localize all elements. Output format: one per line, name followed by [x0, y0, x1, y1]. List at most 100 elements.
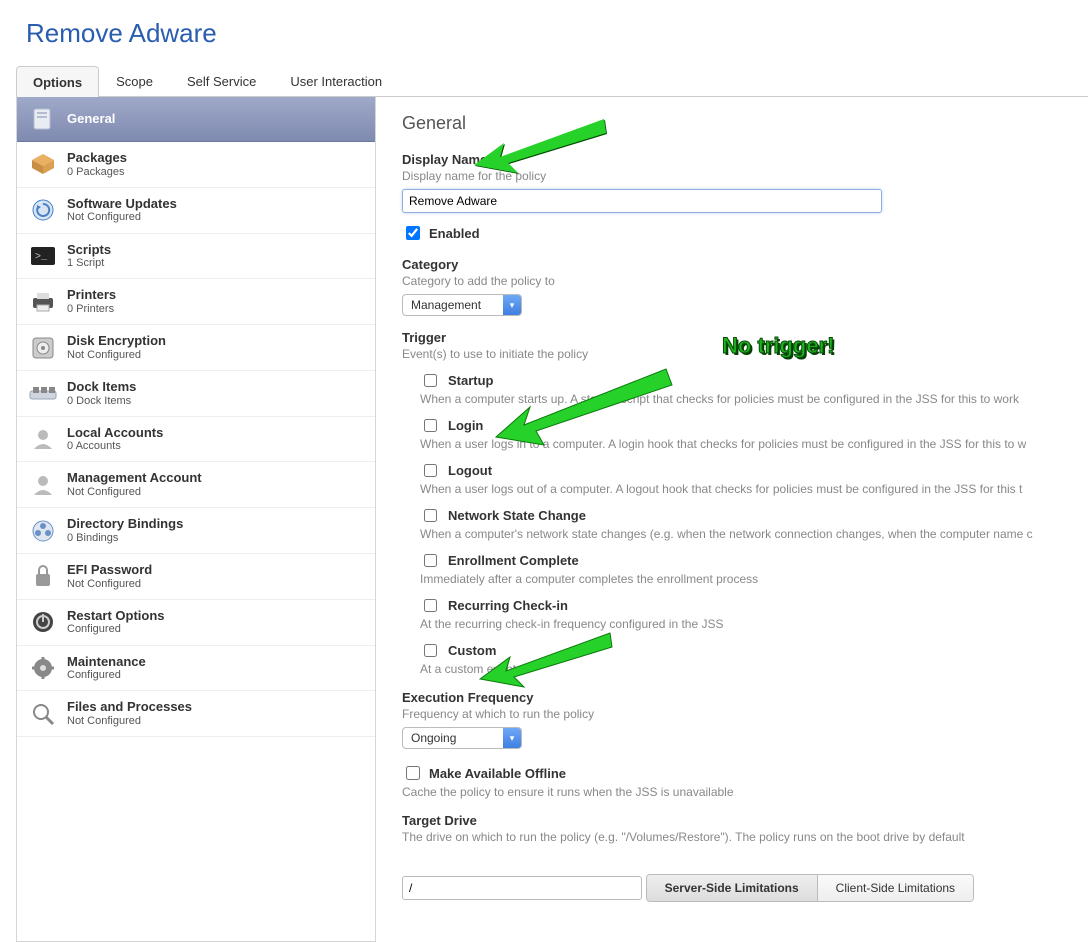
sidebar-item-label: Software Updates	[67, 196, 177, 212]
chevron-down-icon: ▾	[503, 295, 521, 315]
sidebar-item-disk-encryption[interactable]: Disk EncryptionNot Configured	[17, 325, 375, 371]
general-panel: General Display Name Display name for th…	[376, 97, 1088, 942]
sidebar-item-efi-password[interactable]: EFI PasswordNot Configured	[17, 554, 375, 600]
sidebar-item-label: Printers	[67, 287, 116, 303]
offline-label: Make Available Offline	[429, 766, 566, 781]
trigger-block: Startup When a computer starts up. A sta…	[420, 371, 1088, 676]
trigger-item-label: Startup	[448, 373, 494, 388]
sidebar-item-sub: 0 Bindings	[67, 532, 183, 545]
chevron-down-icon: ▾	[503, 728, 521, 748]
user-icon	[29, 425, 57, 453]
target-drive-input[interactable]	[402, 876, 642, 900]
tab-options[interactable]: Options	[16, 66, 99, 97]
sidebar-item-sub: 0 Accounts	[67, 440, 163, 453]
terminal-icon: >_	[29, 242, 57, 270]
sidebar-item-general[interactable]: General	[17, 97, 375, 142]
enabled-checkbox[interactable]	[406, 226, 420, 240]
sidebar-item-sub: 1 Script	[67, 257, 111, 270]
trigger-item-label: Logout	[448, 463, 492, 478]
tab-row: Options Scope Self Service User Interact…	[16, 63, 1088, 97]
offline-checkbox[interactable]	[406, 766, 420, 780]
seg-server-side[interactable]: Server-Side Limitations	[647, 875, 817, 901]
sidebar-item-sub: Not Configured	[67, 211, 177, 224]
tab-self-service[interactable]: Self Service	[170, 65, 273, 96]
update-icon	[29, 196, 57, 224]
category-label: Category	[402, 257, 1088, 272]
trigger-login-checkbox[interactable]	[424, 419, 437, 432]
sidebar-item-restart-options[interactable]: Restart OptionsConfigured	[17, 600, 375, 646]
sidebar-item-maintenance[interactable]: MaintenanceConfigured	[17, 646, 375, 692]
trigger-custom-checkbox[interactable]	[424, 644, 437, 657]
sidebar-item-management-account[interactable]: Management AccountNot Configured	[17, 462, 375, 508]
bind-icon	[29, 517, 57, 545]
trigger-recurring-checkbox[interactable]	[424, 599, 437, 612]
lock-icon	[29, 562, 57, 590]
sidebar-item-label: Files and Processes	[67, 699, 192, 715]
category-hint: Category to add the policy to	[402, 274, 1088, 288]
trigger-item-label: Custom	[448, 643, 496, 658]
trigger-item-label: Login	[448, 418, 483, 433]
limitations-segmented: Server-Side Limitations Client-Side Limi…	[646, 874, 974, 902]
trigger-item-desc: At the recurring check-in frequency conf…	[420, 617, 1088, 631]
exec-freq-label: Execution Frequency	[402, 690, 1088, 705]
vault-icon	[29, 334, 57, 362]
sidebar-item-label: Scripts	[67, 242, 111, 258]
trigger-item-label: Enrollment Complete	[448, 553, 579, 568]
sidebar-item-local-accounts[interactable]: Local Accounts0 Accounts	[17, 417, 375, 463]
exec-freq-hint: Frequency at which to run the policy	[402, 707, 1088, 721]
sidebar-item-label: Disk Encryption	[67, 333, 166, 349]
gear-icon	[29, 654, 57, 682]
page-icon	[29, 105, 57, 133]
trigger-startup-checkbox[interactable]	[424, 374, 437, 387]
sidebar-item-sub: Configured	[67, 669, 146, 682]
display-name-input[interactable]	[402, 189, 882, 213]
tab-scope[interactable]: Scope	[99, 65, 170, 96]
power-icon	[29, 608, 57, 636]
sidebar-item-label: General	[67, 111, 115, 127]
sidebar-item-sub: 0 Dock Items	[67, 395, 136, 408]
trigger-enrollment-checkbox[interactable]	[424, 554, 437, 567]
trigger-item-desc: When a user logs out of a computer. A lo…	[420, 482, 1088, 496]
sidebar-item-label: EFI Password	[67, 562, 152, 578]
trigger-network: Network State Change When a computer's n…	[420, 506, 1088, 541]
section-title: General	[402, 113, 1088, 134]
sidebar-item-label: Local Accounts	[67, 425, 163, 441]
svg-text:>_: >_	[35, 252, 48, 263]
sidebar-item-label: Maintenance	[67, 654, 146, 670]
sidebar-item-printers[interactable]: Printers0 Printers	[17, 279, 375, 325]
exec-freq-select[interactable]: Ongoing ▾	[402, 727, 522, 749]
sidebar: General Packages0 Packages Software Upda…	[16, 97, 376, 942]
sidebar-item-dock-items[interactable]: Dock Items0 Dock Items	[17, 371, 375, 417]
sidebar-item-scripts[interactable]: >_ Scripts1 Script	[17, 234, 375, 280]
page-title: Remove Adware	[0, 0, 1088, 63]
sidebar-item-sub: 0 Printers	[67, 303, 116, 316]
trigger-item-label: Recurring Check-in	[448, 598, 568, 613]
target-drive-hint: The drive on which to run the policy (e.…	[402, 830, 1088, 844]
display-name-label: Display Name	[402, 152, 1088, 167]
sidebar-item-files-processes[interactable]: Files and ProcessesNot Configured	[17, 691, 375, 737]
sidebar-item-directory-bindings[interactable]: Directory Bindings0 Bindings	[17, 508, 375, 554]
trigger-custom: Custom At a custom event	[420, 641, 1088, 676]
trigger-logout: Logout When a user logs out of a compute…	[420, 461, 1088, 496]
sidebar-item-sub: 0 Packages	[67, 166, 127, 179]
sidebar-item-packages[interactable]: Packages0 Packages	[17, 142, 375, 188]
sidebar-item-label: Packages	[67, 150, 127, 166]
seg-client-side[interactable]: Client-Side Limitations	[817, 875, 973, 901]
exec-freq-value: Ongoing	[411, 731, 456, 745]
trigger-network-checkbox[interactable]	[424, 509, 437, 522]
box-icon	[29, 150, 57, 178]
sidebar-item-label: Dock Items	[67, 379, 136, 395]
printer-icon	[29, 288, 57, 316]
trigger-item-desc: When a computer's network state changes …	[420, 527, 1088, 541]
category-value: Management	[411, 298, 481, 312]
sidebar-item-sub: Not Configured	[67, 715, 192, 728]
offline-hint: Cache the policy to ensure it runs when …	[402, 785, 1088, 799]
trigger-item-desc: When a user logs in to a computer. A log…	[420, 437, 1088, 451]
tab-user-interaction[interactable]: User Interaction	[273, 65, 399, 96]
sidebar-item-sub: Configured	[67, 623, 165, 636]
trigger-logout-checkbox[interactable]	[424, 464, 437, 477]
trigger-item-desc: Immediately after a computer completes t…	[420, 572, 1088, 586]
sidebar-item-software-updates[interactable]: Software UpdatesNot Configured	[17, 188, 375, 234]
sidebar-item-sub: Not Configured	[67, 486, 202, 499]
category-select[interactable]: Management ▾	[402, 294, 522, 316]
